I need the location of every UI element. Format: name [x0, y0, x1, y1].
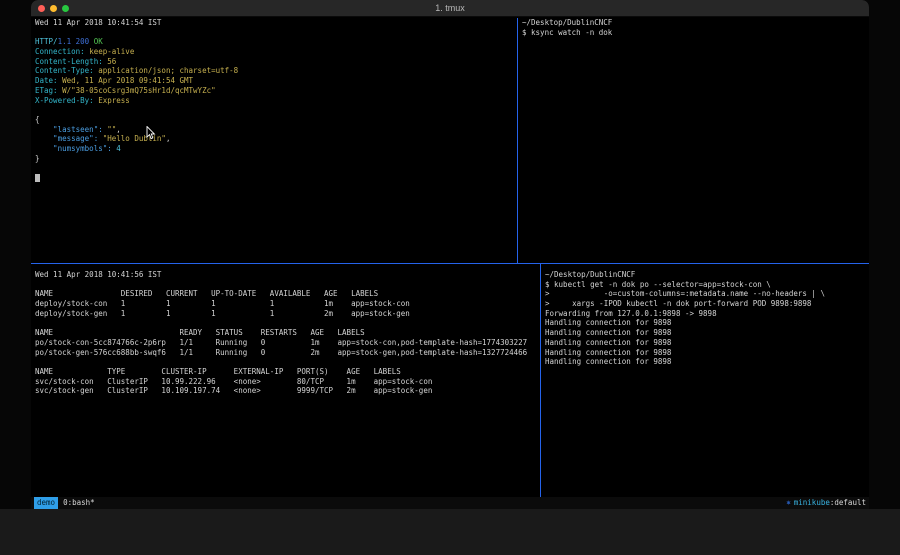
pane-ksync[interactable]: ~/Desktop/DublinCNCF $ ksync watch -n do… [518, 18, 869, 263]
pods-table: NAME READY STATUS RESTARTS AGE LABELS po… [35, 328, 540, 357]
header-value: keep-alive [89, 47, 134, 56]
handling-connection-line: Handling connection for 9898 [545, 357, 869, 367]
tmux-status-bar: demo 0:bash* ⎈ minikube :default [31, 497, 869, 509]
traffic-lights [38, 5, 69, 12]
blank-line [35, 163, 517, 173]
close-window-button[interactable] [38, 5, 45, 12]
command-line: $ kubectl get -n dok po --selector=app=s… [545, 280, 869, 290]
terminal-window: 1. tmux Wed 11 Apr 2018 10:41:54 IST HTT… [31, 0, 869, 509]
handling-connection-line: Handling connection for 9898 [545, 318, 869, 328]
http-status-line: HTTP/1.1 200 OK [35, 37, 517, 47]
http-status-code: 200 [76, 37, 90, 46]
kubernetes-helm-icon: ⎈ [786, 497, 791, 509]
header-value: W/"38-05coCsrg3mQ75sHr1d/qcMTwYZc" [62, 86, 216, 95]
cwd-line: ~/Desktop/DublinCNCF [545, 270, 869, 280]
zoom-window-button[interactable] [62, 5, 69, 12]
header-value: Express [98, 96, 130, 105]
json-field-line: "message": "Hello Dublin", [35, 134, 517, 144]
json-field-line: "lastseen": "", [35, 125, 517, 135]
cursor-line [35, 173, 517, 183]
response-header-line: ETag: W/"38-05coCsrg3mQ75sHr1d/qcMTwYZc" [35, 86, 517, 96]
desktop-wallpaper-strip [0, 509, 900, 555]
blank-line [35, 357, 540, 367]
header-key: Content-Type: [35, 66, 94, 75]
json-key: "lastseen": [35, 125, 103, 134]
header-key: ETag: [35, 86, 58, 95]
kube-context: minikube [794, 497, 830, 509]
http-proto: HTTP/ [35, 37, 58, 46]
desktop: 1. tmux Wed 11 Apr 2018 10:41:54 IST HTT… [0, 0, 900, 555]
header-key: Date: [35, 76, 58, 85]
date-line: Wed 11 Apr 2018 10:41:56 IST [35, 270, 540, 280]
session-badge[interactable]: demo [34, 497, 58, 509]
http-version: 1.1 [58, 37, 72, 46]
json-close-brace: } [35, 154, 517, 164]
json-comma: , [116, 125, 121, 134]
header-value: application/json; charset=utf-8 [98, 66, 238, 75]
json-string-value: "Hello Dublin" [103, 134, 166, 143]
forwarding-line: Forwarding from 127.0.0.1:9898 -> 9898 [545, 309, 869, 319]
window-title: 1. tmux [31, 0, 869, 17]
blank-line [35, 28, 517, 38]
json-field-line: "numsymbols": 4 [35, 144, 517, 154]
response-header-line: Date: Wed, 11 Apr 2018 09:41:54 GMT [35, 76, 517, 86]
command-line: $ ksync watch -n dok [522, 28, 869, 38]
minimize-window-button[interactable] [50, 5, 57, 12]
handling-connection-line: Handling connection for 9898 [545, 328, 869, 338]
json-number-value: 4 [116, 144, 121, 153]
pane-port-forward[interactable]: ~/Desktop/DublinCNCF $ kubectl get -n do… [541, 264, 869, 497]
handling-connection-line: Handling connection for 9898 [545, 348, 869, 358]
header-value: Wed, 11 Apr 2018 09:41:54 GMT [62, 76, 193, 85]
blank-line [35, 280, 540, 290]
response-header-line: X-Powered-By: Express [35, 96, 517, 106]
response-header-line: Connection: keep-alive [35, 47, 517, 57]
blank-line [35, 105, 517, 115]
pane-http-response[interactable]: Wed 11 Apr 2018 10:41:54 IST HTTP/1.1 20… [31, 18, 517, 263]
header-key: Connection: [35, 47, 85, 56]
pane-kubectl-get[interactable]: Wed 11 Apr 2018 10:41:56 IST NAME DESIRE… [31, 264, 540, 497]
terminal-cursor [35, 174, 40, 182]
pane-border-vertical-top[interactable] [517, 18, 518, 263]
blank-line [35, 318, 540, 328]
header-key: Content-Length: [35, 57, 103, 66]
json-string-value: "" [107, 125, 116, 134]
header-value: 56 [107, 57, 116, 66]
cwd-line: ~/Desktop/DublinCNCF [522, 18, 869, 28]
services-table: NAME TYPE CLUSTER-IP EXTERNAL-IP PORT(S)… [35, 367, 540, 396]
http-status-reason: OK [94, 37, 103, 46]
window-label[interactable]: 0:bash* [63, 497, 95, 509]
header-key: X-Powered-By: [35, 96, 94, 105]
json-key: "numsymbols": [35, 144, 112, 153]
date-line: Wed 11 Apr 2018 10:41:54 IST [35, 18, 517, 28]
response-header-line: Content-Length: 56 [35, 57, 517, 67]
command-continuation-line: > -o=custom-columns=:metadata.name --no-… [545, 289, 869, 299]
kube-namespace: :default [830, 497, 866, 509]
response-header-line: Content-Type: application/json; charset=… [35, 66, 517, 76]
json-comma: , [166, 134, 171, 143]
json-key: "message": [35, 134, 98, 143]
handling-connection-line: Handling connection for 9898 [545, 338, 869, 348]
tmux-terminal: Wed 11 Apr 2018 10:41:54 IST HTTP/1.1 20… [31, 18, 869, 497]
window-titlebar[interactable]: 1. tmux [31, 0, 869, 17]
json-open-brace: { [35, 115, 517, 125]
command-continuation-line: > xargs -IPOD kubectl -n dok port-forwar… [545, 299, 869, 309]
mouse-cursor [146, 125, 156, 144]
deployments-table: NAME DESIRED CURRENT UP-TO-DATE AVAILABL… [35, 289, 540, 318]
